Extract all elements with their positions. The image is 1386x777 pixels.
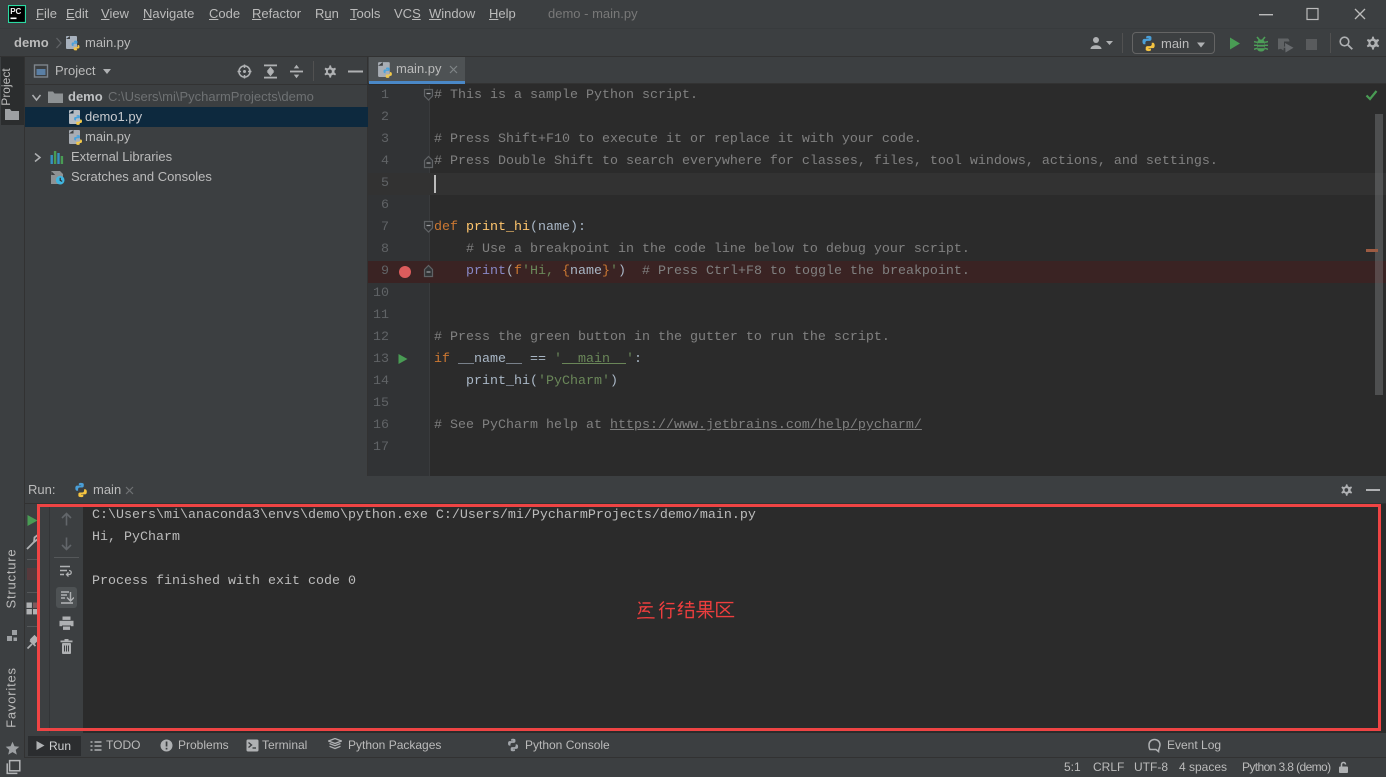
svg-text:PC: PC	[10, 7, 21, 16]
